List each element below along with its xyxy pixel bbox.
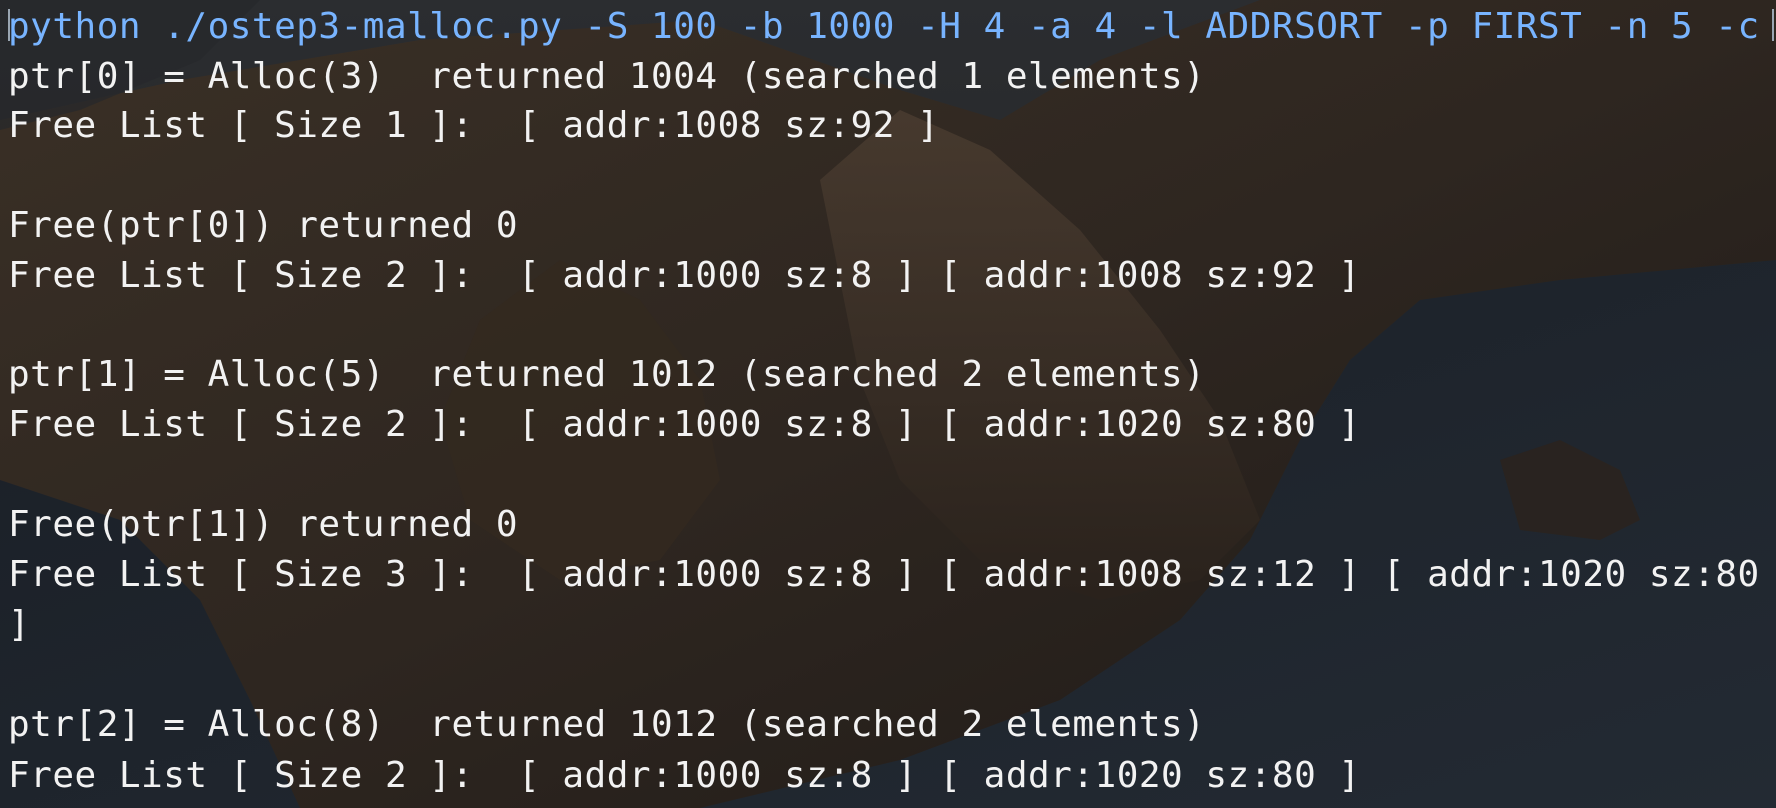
command-line: python ./ostep3-malloc.py -S 100 -b 1000… bbox=[8, 6, 1760, 47]
output-line: ptr[2] = Alloc(8) returned 1012 (searche… bbox=[8, 704, 1206, 745]
output-line: Free List [ Size 2 ]: [ addr:1000 sz:8 ]… bbox=[8, 404, 1361, 445]
output-line: Free(ptr[0]) returned 0 bbox=[8, 205, 518, 246]
output-line: ptr[1] = Alloc(5) returned 1012 (searche… bbox=[8, 354, 1206, 395]
output-line: ptr[0] = Alloc(3) returned 1004 (searche… bbox=[8, 56, 1206, 97]
output-line: Free List [ Size 3 ]: [ addr:1000 sz:8 ]… bbox=[8, 554, 1760, 595]
output-line: ] bbox=[8, 604, 31, 645]
terminal-window[interactable]: python ./ostep3-malloc.py -S 100 -b 1000… bbox=[8, 0, 1776, 808]
output-line: Free List [ Size 2 ]: [ addr:1000 sz:8 ]… bbox=[8, 255, 1361, 296]
line-end-marker bbox=[1772, 9, 1774, 41]
output-line: Free(ptr[1]) returned 0 bbox=[8, 504, 518, 545]
output-line: Free List [ Size 1 ]: [ addr:1008 sz:92 … bbox=[8, 105, 940, 146]
output-line: Free List [ Size 2 ]: [ addr:1000 sz:8 ]… bbox=[8, 755, 1361, 796]
